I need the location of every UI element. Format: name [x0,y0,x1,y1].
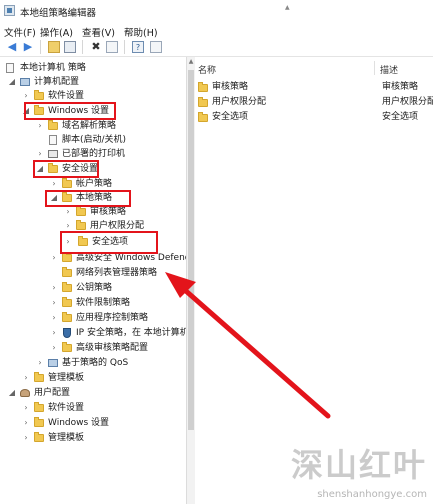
folder-icon [198,112,208,122]
folder-icon [198,97,208,107]
column-header-name[interactable]: 名称 [198,63,216,76]
watermark-url: shenshanhongye.com [317,489,427,500]
list-row-description: 审核策略 [382,82,419,92]
list-pane: 名称 描述 审核策略 审核策略 用户权限分配 用户权限分配 安全选项 安全选项 [196,57,433,504]
watermark-text: 深山红叶 [290,446,427,484]
list-row[interactable]: 审核策略 审核策略 [198,81,428,94]
column-divider[interactable] [374,61,375,75]
list-row-name: 用户权限分配 [212,97,267,107]
sort-arrow-icon: ▲ [285,4,290,11]
list-row-name: 审核策略 [212,82,249,92]
list-row[interactable]: 用户权限分配 用户权限分配 [198,96,433,109]
list-row-name: 安全选项 [212,112,249,122]
folder-icon [198,82,208,92]
column-header-description[interactable]: 描述 [380,63,398,76]
list-row-description: 用户权限分配 [382,97,433,107]
list-row[interactable]: 安全选项 安全选项 [198,111,428,124]
list-row-description: 安全选项 [382,112,419,122]
